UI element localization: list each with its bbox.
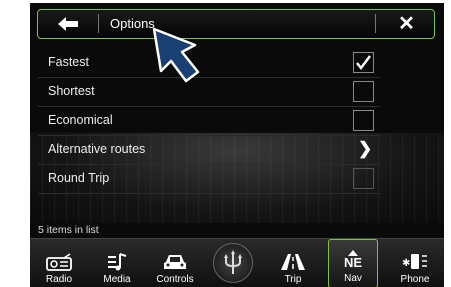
media-icon: [108, 253, 127, 271]
header-bar: Options ✕: [37, 9, 435, 39]
nav-label: Media: [103, 274, 131, 285]
option-label: Round Trip: [48, 171, 110, 185]
option-label: Fastest: [48, 55, 89, 69]
nav-trip[interactable]: Trip: [264, 239, 322, 287]
radio-icon: [46, 253, 72, 271]
fastest-checkbox[interactable]: [353, 52, 374, 73]
cursor-arrow-icon: [152, 27, 200, 83]
option-round-trip[interactable]: Round Trip: [38, 165, 380, 194]
divider: [375, 14, 376, 33]
chevron-right-icon: ❯: [358, 139, 373, 158]
page-title: Options: [110, 16, 155, 31]
nav-controls[interactable]: Controls: [146, 239, 204, 287]
economical-checkbox[interactable]: [353, 110, 374, 131]
bottom-nav: Radio Media Controls Trip NE Nav ✱ Phone: [30, 238, 444, 287]
divider: [98, 14, 99, 33]
option-label: Shortest: [48, 84, 95, 98]
option-economical[interactable]: Economical: [38, 107, 380, 136]
trip-road-icon: [281, 254, 305, 270]
nav-label: Nav: [344, 273, 362, 284]
back-button[interactable]: [38, 10, 98, 37]
nav-label: Controls: [156, 274, 194, 285]
option-label: Economical: [48, 113, 113, 127]
trident-logo-icon: [224, 250, 242, 274]
close-icon: ✕: [398, 13, 415, 35]
option-alternative-routes[interactable]: Alternative routes ❯: [38, 136, 380, 165]
list-count: 5 items in list: [38, 224, 99, 236]
option-label: Alternative routes: [48, 142, 146, 156]
nav-phone[interactable]: ✱ Phone: [386, 239, 444, 287]
nav-label: Trip: [284, 274, 302, 285]
nav-label: Radio: [45, 274, 73, 285]
phone-icon: ✱: [402, 254, 427, 269]
back-arrow-icon: [58, 16, 78, 31]
nav-navigation[interactable]: NE Nav: [328, 239, 378, 287]
nav-radio[interactable]: Radio: [30, 239, 88, 287]
svg-text:✱: ✱: [402, 258, 410, 269]
home-logo-button[interactable]: [213, 243, 253, 283]
close-button[interactable]: ✕: [379, 10, 434, 37]
screen: Options ✕ Fastest Shortest Economical Al…: [30, 3, 444, 287]
compass-heading: NE: [343, 255, 363, 270]
checkmark-icon: [356, 55, 371, 71]
shortest-checkbox[interactable]: [353, 81, 374, 102]
car-icon: [164, 255, 186, 269]
nav-label: Phone: [400, 274, 430, 285]
nav-media[interactable]: Media: [88, 239, 146, 287]
round-trip-checkbox[interactable]: [353, 168, 374, 189]
